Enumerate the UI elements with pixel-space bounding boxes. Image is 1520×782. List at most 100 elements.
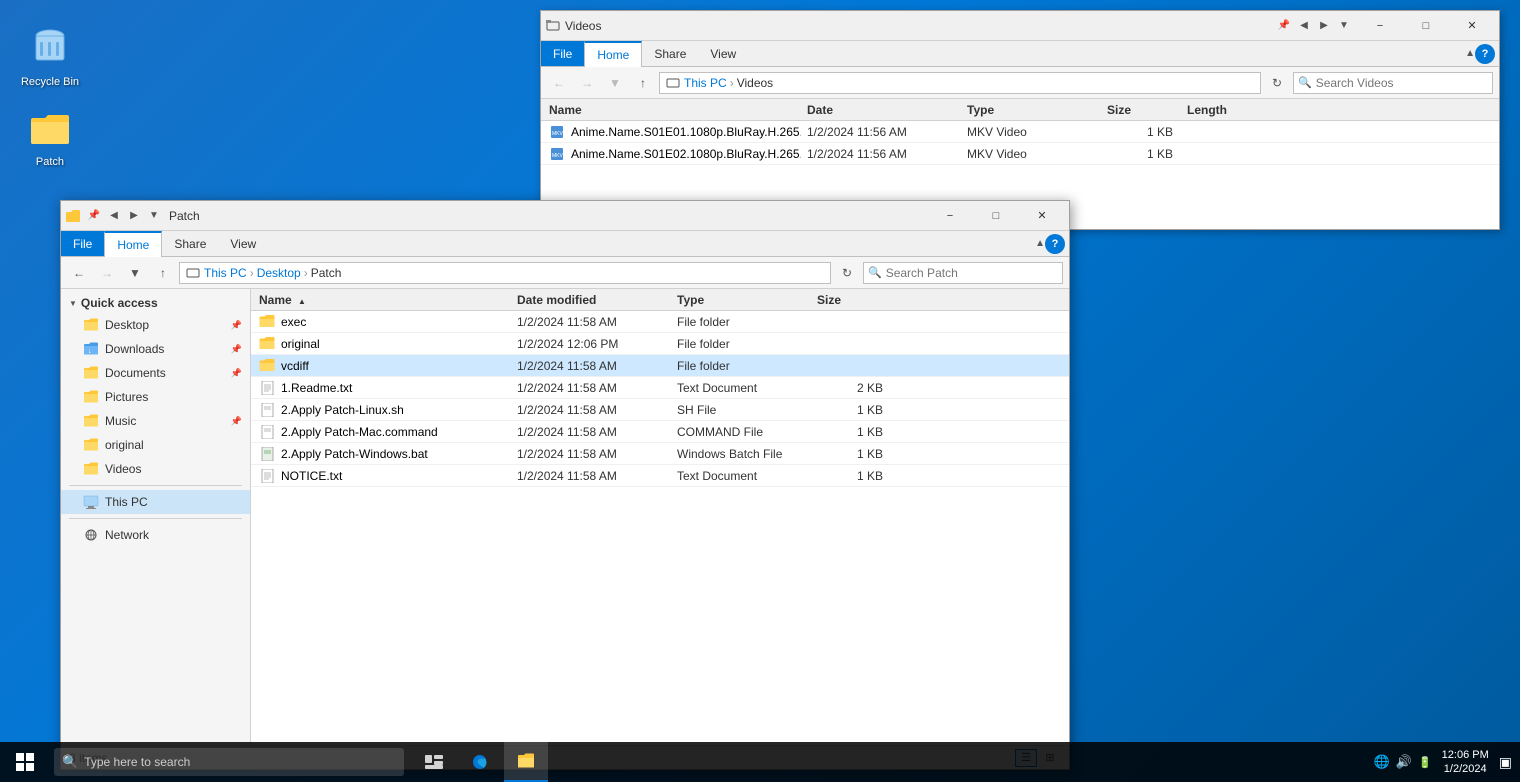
- patch-back-tb-small[interactable]: ◀: [105, 207, 123, 225]
- file-date-cell: 1/2/2024 11:58 AM: [511, 403, 671, 417]
- videos-up-button[interactable]: ↑: [631, 71, 655, 95]
- taskbar-battery-icon[interactable]: 🔋: [1418, 756, 1432, 769]
- patch-ribbon-tabs: File Home Share View ▲ ?: [61, 231, 1069, 257]
- table-row[interactable]: 2.Apply Patch-Mac.command 1/2/2024 11:58…: [251, 421, 1069, 443]
- taskbar-search-box[interactable]: 🔍 Type here to search: [54, 748, 404, 776]
- patch-maximize-button[interactable]: □: [973, 201, 1019, 231]
- patch-breadcrumb-desktop[interactable]: Desktop: [257, 266, 301, 280]
- patch-col-type[interactable]: Type: [671, 293, 811, 307]
- sidebar-item-desktop[interactable]: Desktop 📌: [61, 313, 250, 337]
- videos-breadcrumb[interactable]: This PC › Videos: [659, 72, 1261, 94]
- downloads-folder-icon: ↓: [83, 341, 99, 357]
- videos-pin-btn[interactable]: 📌: [1275, 17, 1293, 35]
- videos-forward-tb[interactable]: ▶: [1315, 17, 1333, 35]
- table-row[interactable]: MKV Anime.Name.S01E02.1080p.BluRay.H.265…: [541, 143, 1499, 165]
- patch-tab-home[interactable]: Home: [104, 231, 162, 257]
- taskbar-volume-icon[interactable]: 🔊: [1396, 754, 1412, 770]
- patch-col-name[interactable]: Name ▲: [251, 293, 511, 307]
- patch-search-bar[interactable]: 🔍: [863, 262, 1063, 284]
- taskbar-clock[interactable]: 12:06 PM 1/2/2024: [1442, 748, 1489, 777]
- videos-close-button[interactable]: ✕: [1449, 11, 1495, 41]
- taskbar-notification-icon[interactable]: ▣: [1499, 754, 1512, 771]
- patch-refresh-button[interactable]: ↻: [835, 261, 859, 285]
- file-name-cell: 2.Apply Patch-Windows.bat: [251, 446, 511, 462]
- patch-recent-button[interactable]: ▼: [123, 261, 147, 285]
- patch-tab-file[interactable]: File: [61, 231, 104, 256]
- sidebar-item-original[interactable]: original: [61, 433, 250, 457]
- file-name-cell: 2.Apply Patch-Linux.sh: [251, 402, 511, 418]
- patch-close-button[interactable]: ✕: [1019, 201, 1065, 231]
- file-date-cell: 1/2/2024 11:56 AM: [801, 147, 961, 161]
- sidebar-item-thispc[interactable]: This PC: [61, 490, 250, 514]
- taskbar: 🔍 Type here to search 🌐 🔊 🔋 12:06 PM 1/2: [0, 742, 1520, 782]
- patch-tab-share[interactable]: Share: [162, 231, 218, 256]
- table-row[interactable]: NOTICE.txt 1/2/2024 11:58 AM Text Docume…: [251, 465, 1069, 487]
- patch-forward-tb-small[interactable]: ▶: [125, 207, 143, 225]
- patch-forward-button[interactable]: →: [95, 261, 119, 285]
- desktop: Recycle Bin Patch Videos 📌 ◀ ▶: [0, 0, 1520, 782]
- videos-recent-button[interactable]: ▼: [603, 71, 627, 95]
- videos-forward-button[interactable]: →: [575, 71, 599, 95]
- videos-tab-file[interactable]: File: [541, 41, 584, 66]
- table-row[interactable]: exec 1/2/2024 11:58 AM File folder: [251, 311, 1069, 333]
- taskbar-explorer-button[interactable]: [504, 742, 548, 782]
- patch-ribbon-toggle[interactable]: ▲: [1035, 238, 1045, 249]
- patch-up-button[interactable]: ↑: [151, 261, 175, 285]
- patch-label: Patch: [36, 156, 64, 168]
- patch-breadcrumb-thispc[interactable]: This PC: [204, 266, 247, 280]
- patch-titlebar-nav: 📌 ◀ ▶ ▼: [85, 207, 163, 225]
- taskbar-edge-button[interactable]: [458, 742, 502, 782]
- patch-search-input[interactable]: [886, 266, 1058, 280]
- videos-search-bar[interactable]: 🔍: [1293, 72, 1493, 94]
- videos-down-tb[interactable]: ▼: [1335, 17, 1353, 35]
- sidebar-quick-access-header[interactable]: ▼ Quick access: [61, 293, 250, 313]
- videos-col-name[interactable]: Name: [541, 103, 801, 117]
- videos-tab-view[interactable]: View: [698, 41, 748, 66]
- table-row[interactable]: MKV Anime.Name.S01E01.1080p.BluRay.H.265…: [541, 121, 1499, 143]
- videos-col-type[interactable]: Type: [961, 103, 1101, 117]
- videos-search-input[interactable]: [1316, 76, 1488, 90]
- videos-back-button[interactable]: ←: [547, 71, 571, 95]
- table-row[interactable]: 2.Apply Patch-Windows.bat 1/2/2024 11:58…: [251, 443, 1069, 465]
- table-row[interactable]: 2.Apply Patch-Linux.sh 1/2/2024 11:58 AM…: [251, 399, 1069, 421]
- patch-pin-btn[interactable]: 📌: [85, 207, 103, 225]
- patch-search-icon: 🔍: [868, 266, 882, 279]
- sidebar-item-network[interactable]: Network: [61, 523, 250, 547]
- patch-help-button[interactable]: ?: [1045, 234, 1065, 254]
- start-button[interactable]: [0, 742, 50, 782]
- patch-col-date[interactable]: Date modified: [511, 293, 671, 307]
- task-view-icon: [425, 755, 443, 769]
- videos-breadcrumb-thispc[interactable]: This PC: [684, 76, 727, 90]
- videos-ribbon-toggle[interactable]: ▲: [1465, 48, 1475, 59]
- patch-back-button[interactable]: ←: [67, 261, 91, 285]
- sidebar-item-music[interactable]: Music 📌: [61, 409, 250, 433]
- videos-refresh-button[interactable]: ↻: [1265, 71, 1289, 95]
- patch-tab-view[interactable]: View: [218, 231, 268, 256]
- videos-minimize-button[interactable]: −: [1357, 11, 1403, 41]
- taskbar-network-icon[interactable]: 🌐: [1374, 754, 1390, 770]
- sidebar-item-downloads[interactable]: ↓ Downloads 📌: [61, 337, 250, 361]
- sidebar-item-documents[interactable]: Documents 📌: [61, 361, 250, 385]
- patch-col-size[interactable]: Size: [811, 293, 891, 307]
- videos-tab-home[interactable]: Home: [584, 41, 642, 67]
- table-row[interactable]: vcdiff 1/2/2024 11:58 AM File folder: [251, 355, 1069, 377]
- videos-help-button[interactable]: ?: [1475, 44, 1495, 64]
- videos-back-tb[interactable]: ◀: [1295, 17, 1313, 35]
- videos-col-date[interactable]: Date: [801, 103, 961, 117]
- table-row[interactable]: 1.Readme.txt 1/2/2024 11:58 AM Text Docu…: [251, 377, 1069, 399]
- desktop-icon-patch[interactable]: Patch: [10, 100, 90, 172]
- patch-down-tb-small[interactable]: ▼: [145, 207, 163, 225]
- patch-minimize-button[interactable]: −: [927, 201, 973, 231]
- videos-col-size[interactable]: Size: [1101, 103, 1181, 117]
- table-row[interactable]: original 1/2/2024 12:06 PM File folder: [251, 333, 1069, 355]
- videos-tab-share[interactable]: Share: [642, 41, 698, 66]
- edge-icon: [471, 753, 489, 771]
- sidebar-item-pictures[interactable]: Pictures: [61, 385, 250, 409]
- sidebar-item-videos[interactable]: Videos: [61, 457, 250, 481]
- videos-maximize-button[interactable]: □: [1403, 11, 1449, 41]
- patch-breadcrumb[interactable]: This PC › Desktop › Patch: [179, 262, 831, 284]
- sidebar-documents-label: Documents: [105, 366, 166, 380]
- desktop-icon-recycle-bin[interactable]: Recycle Bin: [10, 20, 90, 92]
- taskbar-task-view-button[interactable]: [412, 742, 456, 782]
- thispc-icon: [83, 494, 99, 510]
